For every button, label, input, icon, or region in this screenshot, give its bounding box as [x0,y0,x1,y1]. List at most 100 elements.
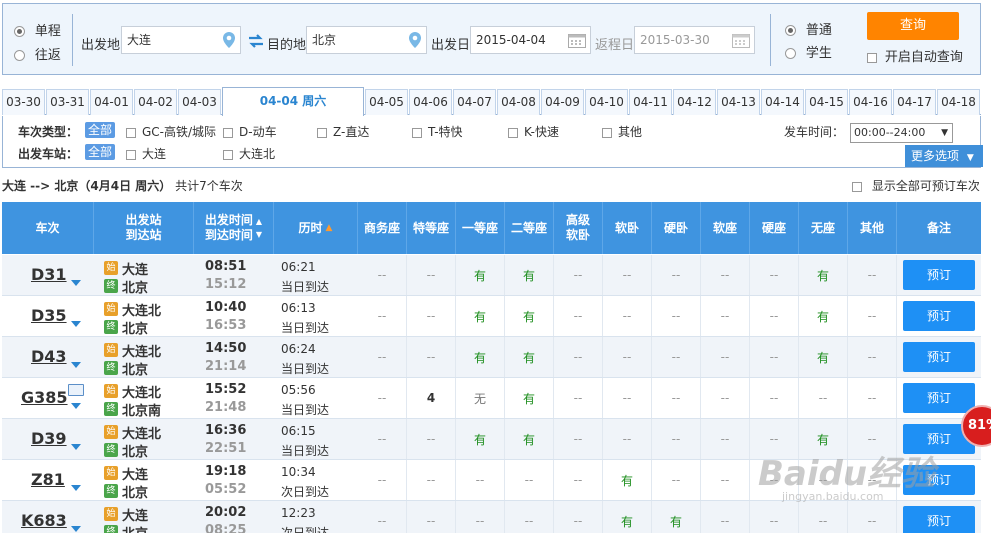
date-tab[interactable]: 04-17 [893,89,936,115]
date-tab[interactable]: 04-16 [849,89,892,115]
date-tab[interactable]: 03-31 [46,89,89,115]
sort-icon[interactable]: ▲ ▼ [256,215,262,241]
arrival-note: 次日到达 [281,485,330,499]
col-duration[interactable]: 历时 ▲ [274,202,358,254]
depart-label: 出发日 [431,38,471,53]
depart-time-select[interactable]: 00:00--24:00 ▼ [850,123,953,143]
auto-query-checkbox[interactable] [867,52,877,63]
date-tab[interactable]: 04-18 [937,89,980,115]
date-tab[interactable]: 04-14 [761,89,804,115]
train-number-link[interactable]: D39 [31,429,67,448]
type-option-z[interactable]: Z-直达 [317,123,369,140]
type-checkbox[interactable] [126,127,136,138]
date-tab[interactable]: 03-30 [2,89,45,115]
train-number-link[interactable]: G385 [21,388,68,407]
seat-availability: -- [603,378,652,418]
watermark-logo-text: Baidu经验 [758,454,936,494]
date-tab-active[interactable]: 04-04 周六 [222,87,364,116]
type-checkbox[interactable] [508,127,518,138]
expand-arrow-icon[interactable] [71,444,81,450]
date-tab[interactable]: 04-10 [585,89,628,115]
date-tab[interactable]: 04-07 [453,89,496,115]
train-number-link[interactable]: Z81 [31,470,65,489]
type-checkbox[interactable] [317,127,327,138]
start-station-icon: 始 [104,302,118,316]
book-button[interactable]: 预订 [903,383,975,413]
type-option-other[interactable]: 其他 [602,123,642,140]
oneway-option[interactable]: 单程 [14,20,61,39]
normal-radio[interactable] [785,25,796,36]
train-number-link[interactable]: D35 [31,306,67,325]
train-type-all-button[interactable]: 全部 [85,122,116,138]
date-tab[interactable]: 04-08 [497,89,540,115]
from-input[interactable]: 大连 [121,26,241,54]
show-all-option[interactable]: 显示全部可预订车次 [852,177,980,194]
date-tab[interactable]: 04-02 [134,89,177,115]
expand-arrow-icon[interactable] [71,362,81,368]
station-option-dalian[interactable]: 大连 [126,145,166,162]
depart-date-input[interactable]: 2015-04-04 [470,26,591,54]
date-tab[interactable]: 04-03 [178,89,221,115]
calendar-icon[interactable] [568,32,586,48]
type-checkbox[interactable] [602,127,612,138]
end-station-icon: 终 [104,484,118,498]
roundtrip-radio[interactable] [14,50,25,61]
ticket-student-option[interactable]: 学生 [785,42,832,61]
expand-arrow-icon[interactable] [71,485,81,491]
type-option-t[interactable]: T-特快 [412,123,463,140]
station-all-button[interactable]: 全部 [85,144,116,160]
swap-icon[interactable] [248,34,264,48]
query-button[interactable]: 查询 [867,12,959,40]
date-tab[interactable]: 04-13 [717,89,760,115]
date-tab[interactable]: 04-12 [673,89,716,115]
expand-arrow-icon[interactable] [71,280,81,286]
col-times[interactable]: 出发时间 到达时间 ▲ ▼ [194,202,274,254]
ticket-normal-option[interactable]: 普通 [785,19,832,38]
date-tab[interactable]: 04-06 [409,89,452,115]
date-tab[interactable]: 04-01 [90,89,133,115]
station-checkbox[interactable] [126,149,136,160]
auto-query-option[interactable]: 开启自动查询 [867,46,963,65]
book-button[interactable]: 预订 [903,342,975,372]
seat-availability: -- [407,460,456,500]
table-row: D35 始大连北终北京 10:40 16:53 06:13 当日到达 -- -- 有有 -- -- -… [2,296,981,337]
start-station-icon: 始 [104,384,118,398]
sort-asc-icon[interactable]: ▲ [326,221,333,236]
to-input[interactable]: 北京 [306,26,427,54]
seat-availability: -- [848,378,897,418]
divider [770,14,771,66]
more-options-button[interactable]: 更多选项 ▼ [905,145,983,167]
station-checkbox[interactable] [223,149,233,160]
type-option-d[interactable]: D-动车 [223,123,277,140]
date-tab[interactable]: 04-15 [805,89,848,115]
arrive-station: 北京 [122,445,149,460]
book-button[interactable]: 预订 [903,301,975,331]
seat-availability: -- [701,419,750,459]
roundtrip-option[interactable]: 往返 [14,44,61,63]
location-pin-icon[interactable] [222,32,236,48]
train-number-link[interactable]: D43 [31,347,67,366]
type-option-k[interactable]: K-快速 [508,123,559,140]
calendar-icon[interactable] [732,32,750,48]
train-number-link[interactable]: K683 [21,511,67,530]
type-checkbox[interactable] [412,127,422,138]
student-radio[interactable] [785,48,796,59]
expand-arrow-icon[interactable] [71,403,81,409]
depart-time: 20:02 [205,505,247,520]
date-tab[interactable]: 04-11 [629,89,672,115]
show-all-checkbox[interactable] [852,181,862,192]
book-button[interactable]: 预订 [903,506,975,533]
location-pin-icon[interactable] [408,32,422,48]
station-option-dalianbei[interactable]: 大连北 [223,145,275,162]
return-date-input[interactable]: 2015-03-30 [634,26,755,54]
expand-arrow-icon[interactable] [71,321,81,327]
seat-availability: -- [554,419,603,459]
oneway-radio[interactable] [14,26,25,37]
type-option-gc[interactable]: GC-高铁/城际 [126,123,216,140]
date-tab[interactable]: 04-09 [541,89,584,115]
expand-arrow-icon[interactable] [71,526,81,532]
type-checkbox[interactable] [223,127,233,138]
book-button[interactable]: 预订 [903,260,975,290]
train-number-link[interactable]: D31 [31,265,67,284]
date-tab[interactable]: 04-05 [365,89,408,115]
